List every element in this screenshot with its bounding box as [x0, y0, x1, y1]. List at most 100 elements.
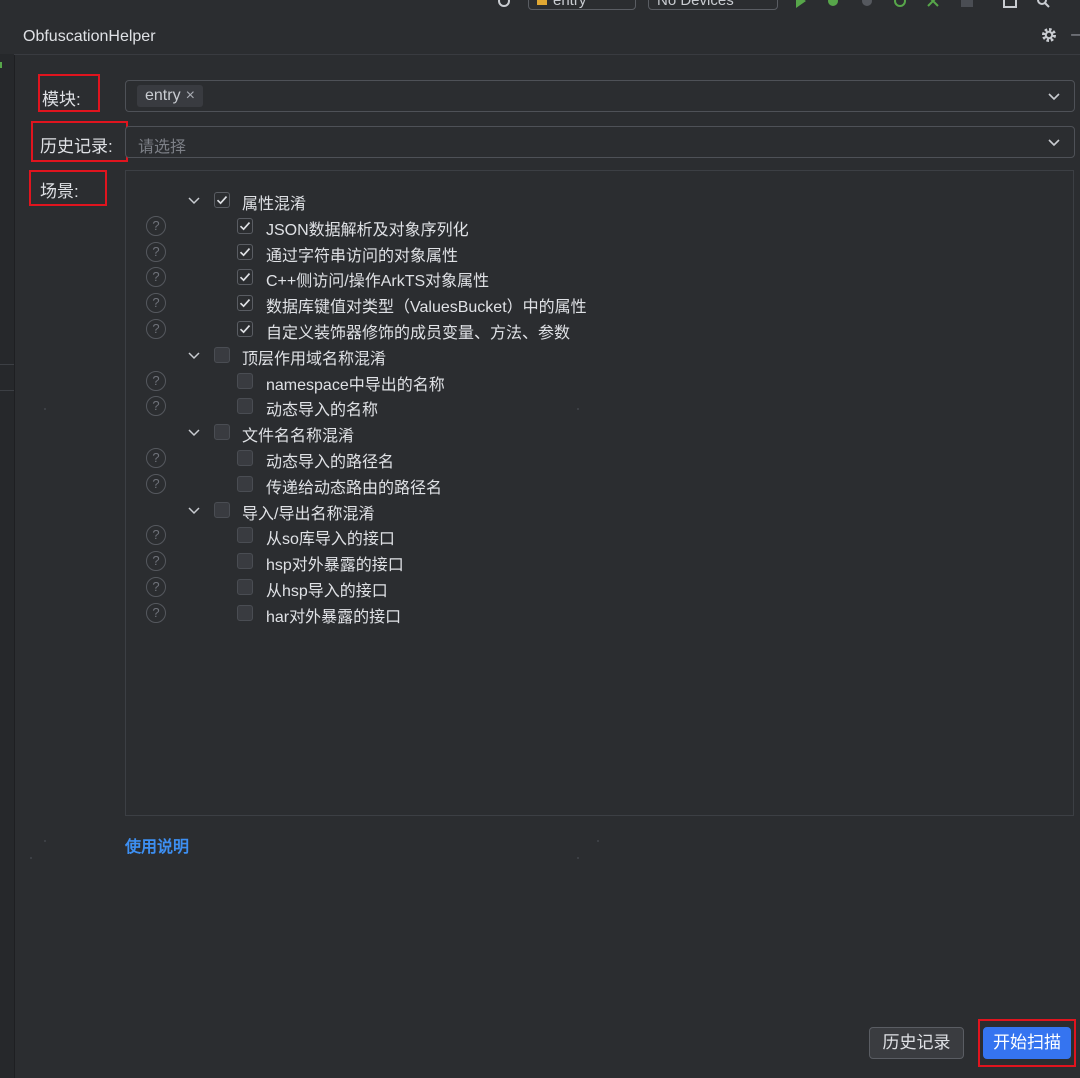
left-tool-strip	[0, 54, 15, 1078]
history-select[interactable]: 请选择	[125, 126, 1075, 158]
help-icon[interactable]: ?	[146, 525, 166, 546]
scenario-item-label: 通过字符串访问的对象属性	[266, 247, 459, 265]
chevron-down-icon[interactable]	[188, 504, 200, 516]
scenario-item-label: 从so库导入的接口	[266, 531, 395, 549]
scenario-item-label: JSON数据解析及对象序列化	[266, 221, 469, 239]
strip-divider	[0, 390, 14, 391]
scenario-item-row: ? 从so库导入的接口	[126, 524, 1066, 548]
scenario-item-row: ? har对外暴露的接口	[126, 602, 1066, 626]
chevron-down-icon[interactable]	[188, 426, 200, 438]
history-placeholder: 请选择	[138, 139, 187, 156]
module-chip: entry ×	[137, 85, 203, 107]
chevron-down-icon[interactable]	[1048, 136, 1060, 148]
gear-icon[interactable]	[1040, 26, 1058, 44]
help-icon[interactable]: ?	[146, 215, 166, 236]
profile-icon[interactable]	[860, 0, 874, 8]
scenario-item-checkbox[interactable]	[237, 295, 253, 312]
scenario-item-checkbox[interactable]	[237, 372, 253, 389]
scenario-item-label: 数据库键值对类型（ValuesBucket）中的属性	[266, 299, 587, 317]
help-icon[interactable]: ?	[146, 473, 166, 494]
scenario-item-row: ? 数据库键值对类型（ValuesBucket）中的属性	[126, 292, 1066, 316]
help-icon[interactable]: ?	[146, 577, 166, 597]
strip-divider	[0, 364, 14, 365]
scenario-group-checkbox[interactable]	[214, 501, 230, 518]
scenario-tree: 属性混淆? JSON数据解析及对象序列化? 通过字符串访问的对象属性? C++侧访问/…	[125, 170, 1074, 816]
scenario-item-checkbox[interactable]	[237, 604, 253, 621]
scenario-item-checkbox[interactable]	[237, 321, 253, 337]
scenario-group-row: 顶层作用域名称混淆	[126, 344, 1066, 368]
scenario-item-label: 传递给动态路由的路径名	[266, 479, 443, 497]
chip-remove-icon[interactable]: ×	[186, 87, 195, 104]
help-icon[interactable]: ?	[146, 241, 166, 262]
module-select[interactable]: entry ×	[125, 80, 1075, 112]
help-icon[interactable]: ?	[146, 448, 166, 468]
help-icon[interactable]: ?	[146, 293, 166, 314]
scenario-item-row: ? 传递给动态路由的路径名	[126, 473, 1066, 497]
chevron-down-icon[interactable]	[188, 349, 200, 361]
scenario-label: 场景:	[40, 182, 79, 201]
search-icon[interactable]	[1036, 0, 1050, 8]
scenario-item-checkbox[interactable]	[237, 269, 253, 286]
scenario-item-label: har对外暴露的接口	[266, 608, 402, 626]
scenario-item-label: 动态导入的名称	[266, 402, 379, 420]
help-icon[interactable]: ?	[146, 551, 166, 572]
debug-icon[interactable]	[826, 0, 840, 8]
scenario-item-row: ? 从hsp导入的接口	[126, 576, 1066, 600]
module-label: 模块:	[42, 90, 81, 109]
help-icon[interactable]: ?	[146, 319, 166, 339]
history-button[interactable]: 历史记录	[869, 1027, 964, 1059]
stop-icon[interactable]	[960, 0, 974, 8]
scenario-item-row: ? C++侧访问/操作ArkTS对象属性	[126, 266, 1066, 290]
scenario-item-row: ? namespace中导出的名称	[126, 370, 1066, 394]
top-toolbar: entry No Devices	[0, 0, 1080, 14]
scenario-item-checkbox[interactable]	[237, 217, 253, 234]
scenario-item-label: namespace中导出的名称	[266, 376, 445, 394]
history-label: 历史记录:	[40, 137, 113, 156]
attach-icon[interactable]	[926, 0, 940, 8]
scenario-item-row: ? 通过字符串访问的对象属性	[126, 241, 1066, 265]
scenario-group-label: 文件名名称混淆	[242, 428, 355, 446]
scenario-group-checkbox[interactable]	[214, 192, 230, 208]
scenario-item-row: ? 动态导入的名称	[126, 395, 1066, 419]
tool-window-marker-icon	[0, 62, 6, 68]
scenario-group-checkbox[interactable]	[214, 424, 230, 441]
scenario-group-row: 导入/导出名称混淆	[126, 499, 1066, 523]
device-selector[interactable]: No Devices	[648, 0, 778, 10]
chevron-down-icon[interactable]	[1048, 90, 1060, 102]
usage-guide-link[interactable]: 使用说明	[125, 833, 189, 857]
scenario-group-label: 属性混淆	[242, 196, 307, 213]
run-icon[interactable]	[794, 0, 808, 8]
scenario-item-checkbox[interactable]	[237, 527, 253, 544]
scenario-item-label: 动态导入的路径名	[266, 454, 395, 471]
chevron-down-icon[interactable]	[188, 194, 200, 206]
help-icon[interactable]: ?	[146, 370, 166, 391]
help-icon[interactable]: ?	[146, 267, 166, 288]
scenario-item-checkbox[interactable]	[237, 579, 253, 595]
module-chip-label: entry	[145, 87, 181, 104]
scenario-item-checkbox[interactable]	[237, 450, 253, 466]
scenario-item-label: 从hsp导入的接口	[266, 583, 388, 600]
scenario-group-checkbox[interactable]	[214, 346, 230, 363]
scenario-group-label: 导入/导出名称混淆	[242, 505, 375, 523]
scenario-item-label: hsp对外暴露的接口	[266, 557, 404, 575]
rerun-icon[interactable]	[893, 0, 907, 8]
scenario-item-row: ? 动态导入的路径名	[126, 447, 1066, 471]
scenario-group-row: 属性混淆	[126, 189, 1066, 213]
help-icon[interactable]: ?	[146, 602, 166, 623]
device-manager-icon[interactable]	[1003, 0, 1017, 8]
settings-icon[interactable]	[497, 0, 511, 8]
scenario-item-checkbox[interactable]	[237, 553, 253, 570]
help-icon[interactable]: ?	[146, 396, 166, 417]
scenario-item-checkbox[interactable]	[237, 398, 253, 415]
minimize-icon[interactable]: –	[1071, 26, 1080, 44]
scenario-item-checkbox[interactable]	[237, 475, 253, 492]
start-scan-button[interactable]: 开始扫描	[983, 1027, 1071, 1059]
module-run-selector[interactable]: entry	[528, 0, 636, 10]
scenario-item-checkbox[interactable]	[237, 243, 253, 260]
panel-header: ObfuscationHelper –	[14, 20, 1080, 55]
scenario-group-label: 顶层作用域名称混淆	[242, 350, 387, 368]
scenario-item-row: ? 自定义装饰器修饰的成员变量、方法、参数	[126, 318, 1066, 342]
scenario-item-label: C++侧访问/操作ArkTS对象属性	[266, 273, 490, 291]
scenario-item-row: ? hsp对外暴露的接口	[126, 550, 1066, 574]
scenario-item-row: ? JSON数据解析及对象序列化	[126, 215, 1066, 239]
